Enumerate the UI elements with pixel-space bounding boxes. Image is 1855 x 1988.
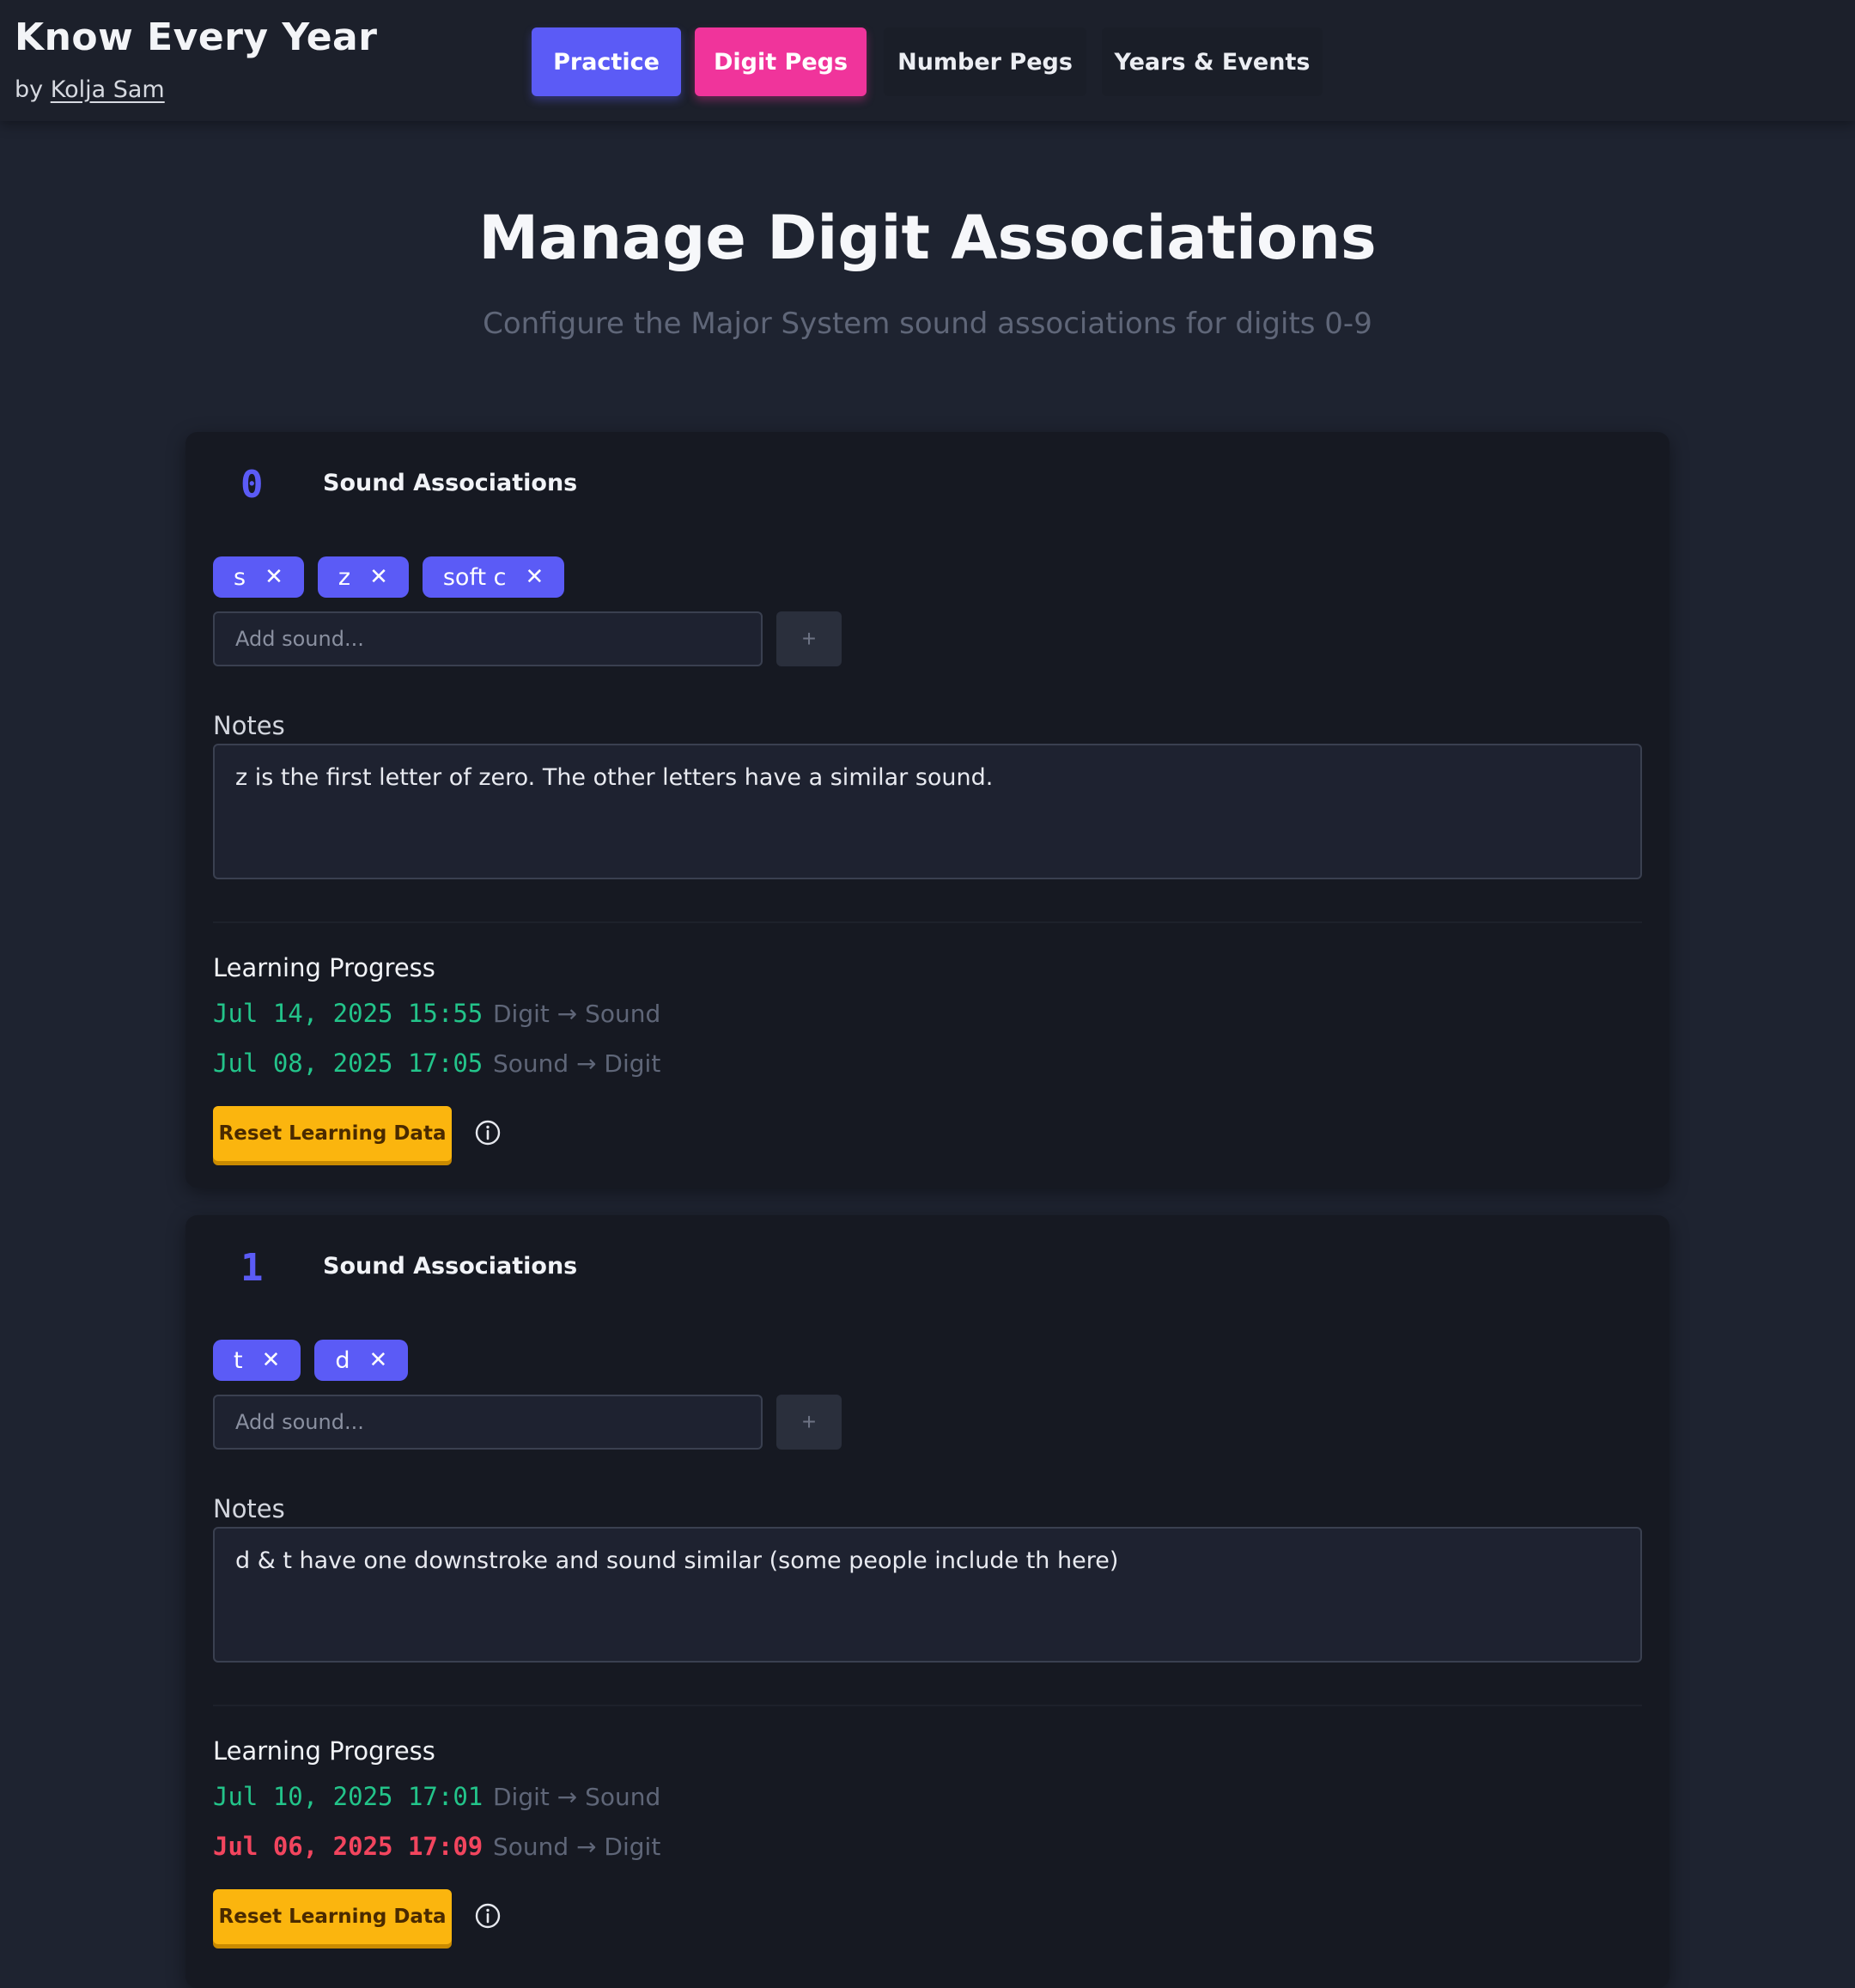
digit-label: 0 (240, 463, 264, 507)
progress-date: Jul 10, 2025 17:01 (213, 1782, 484, 1811)
digit-label: 1 (240, 1246, 264, 1290)
reset-learning-data-button[interactable]: Reset Learning Data (213, 1106, 452, 1161)
app-header: Know Every Year by Kolja Sam Practice Di… (0, 0, 1855, 121)
progress-row: Jul 08, 2025 17:05 Sound → Digit (213, 1049, 660, 1078)
page-title: Manage Digit Associations (478, 203, 1377, 273)
notes-label: Notes (213, 1494, 285, 1523)
learning-progress-heading: Learning Progress (213, 1736, 435, 1766)
sound-tag-list: t ✕ d ✕ (213, 1340, 409, 1381)
progress-date: Jul 08, 2025 17:05 (213, 1049, 484, 1078)
progress-row: Jul 10, 2025 17:01 Digit → Sound (213, 1782, 660, 1811)
sound-tag-label: soft c (442, 563, 507, 591)
notes-label: Notes (213, 711, 285, 740)
remove-tag-icon[interactable]: ✕ (526, 564, 544, 590)
add-sound-input[interactable] (213, 611, 763, 666)
sound-tag: t ✕ (213, 1340, 301, 1381)
info-circle-icon[interactable] (474, 1119, 502, 1146)
info-circle-icon[interactable] (474, 1902, 502, 1930)
remove-tag-icon[interactable]: ✕ (265, 564, 283, 590)
sound-tag-label: t (234, 1347, 243, 1374)
sound-associations-heading: Sound Associations (323, 1253, 578, 1280)
by-prefix: by (15, 76, 44, 103)
section-divider (213, 921, 1642, 923)
notes-textarea[interactable]: d & t have one downstroke and sound simi… (213, 1527, 1642, 1663)
page-subtitle: Configure the Major System sound associa… (483, 307, 1372, 341)
progress-direction: Sound → Digit (493, 1049, 661, 1078)
app-title: Know Every Year (15, 15, 378, 59)
progress-date-overdue: Jul 06, 2025 17:09 (213, 1832, 484, 1861)
add-sound-button[interactable]: + (776, 611, 842, 666)
progress-date: Jul 14, 2025 15:55 (213, 999, 484, 1028)
remove-tag-icon[interactable]: ✕ (369, 564, 388, 590)
add-sound-button[interactable]: + (776, 1395, 842, 1450)
digit-card-0: 0 Sound Associations s ✕ z ✕ soft c ✕ + … (186, 432, 1670, 1188)
remove-tag-icon[interactable]: ✕ (262, 1347, 281, 1373)
digit-card-1: 1 Sound Associations t ✕ d ✕ + Notes d &… (186, 1215, 1670, 1988)
add-sound-input[interactable] (213, 1395, 763, 1450)
sound-tag-list: s ✕ z ✕ soft c ✕ (213, 556, 565, 598)
nav-digit-pegs-button[interactable]: Digit Pegs (695, 27, 867, 96)
author-line: by Kolja Sam (15, 76, 165, 103)
sound-tag-label: z (338, 563, 351, 591)
progress-direction: Sound → Digit (493, 1833, 661, 1861)
reset-learning-data-button[interactable]: Reset Learning Data (213, 1889, 452, 1944)
nav-years-events-button[interactable]: Years & Events (1102, 27, 1323, 96)
learning-progress-heading: Learning Progress (213, 953, 435, 982)
sound-tag: z ✕ (317, 556, 409, 598)
section-divider (213, 1705, 1642, 1706)
nav-number-pegs-button[interactable]: Number Pegs (884, 27, 1086, 96)
sound-tag: soft c ✕ (422, 556, 565, 598)
sound-tag-label: d (335, 1347, 350, 1374)
nav-practice-button[interactable]: Practice (532, 27, 681, 96)
author-link[interactable]: Kolja Sam (51, 76, 165, 103)
remove-tag-icon[interactable]: ✕ (369, 1347, 388, 1373)
progress-direction: Digit → Sound (493, 1000, 661, 1028)
sound-tag: d ✕ (314, 1340, 409, 1381)
progress-row: Jul 14, 2025 15:55 Digit → Sound (213, 999, 660, 1028)
sound-tag: s ✕ (213, 556, 304, 598)
progress-direction: Digit → Sound (493, 1783, 661, 1811)
progress-row: Jul 06, 2025 17:09 Sound → Digit (213, 1832, 660, 1861)
sound-associations-heading: Sound Associations (323, 470, 578, 496)
sound-tag-label: s (234, 563, 246, 591)
notes-textarea[interactable]: z is the first letter of zero. The other… (213, 744, 1642, 879)
